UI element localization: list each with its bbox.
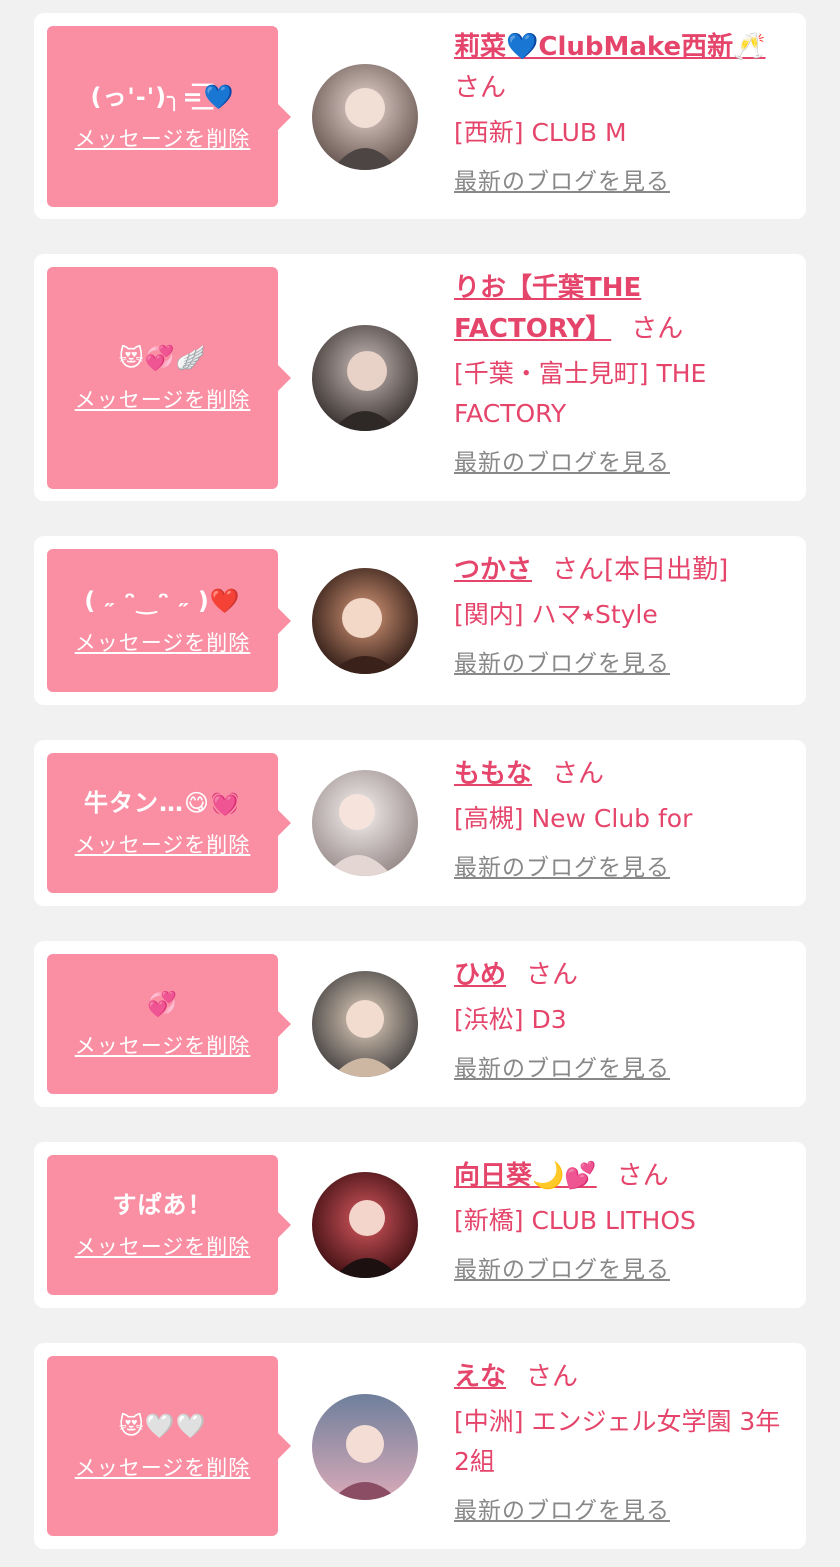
message-bubble: ( ˶ ᵔ‿ᵔ ˶ )❤️ メッセージを削除 (47, 549, 291, 692)
message-text: 😻🤍🤍 (118, 1412, 207, 1440)
message-card: 😻💞🪽 メッセージを削除 りお【千葉THE FACTORY】 さん [千葉・富士見… (34, 254, 806, 501)
shop-label: [浜松] D3 (454, 1005, 567, 1034)
latest-blog-link[interactable]: 最新のブログを見る (454, 853, 794, 883)
message-card: 😻🤍🤍 メッセージを削除 えな さん [中洲] エンジェル女学園 3年2組 最新の… (34, 1343, 806, 1549)
message-text: ( ˶ ᵔ‿ᵔ ˶ )❤️ (84, 586, 241, 615)
shop-label: [高槻] New Club for (454, 804, 693, 833)
shop-label: [関内] ハマ⭑Style (454, 600, 658, 629)
avatar[interactable] (312, 1394, 418, 1500)
shop-label: [千葉・富士見町] THE FACTORY (454, 359, 707, 428)
message-text: 💞 (147, 990, 178, 1018)
message-text: すぱあ！ (112, 1191, 213, 1219)
delete-message-link[interactable]: メッセージを削除 (75, 627, 251, 657)
latest-blog-link[interactable]: 最新のブログを見る (454, 649, 794, 679)
delete-message-link[interactable]: メッセージを削除 (75, 384, 251, 414)
cast-name-link[interactable]: りお【千葉THE FACTORY】 (454, 273, 641, 344)
message-text: 😻💞🪽 (118, 344, 207, 372)
message-bubble: 💞 メッセージを削除 (47, 954, 291, 1094)
message-card: すぱあ！ メッセージを削除 向日葵🌙💕 さん [新橋] CLUB LITHOS 最… (34, 1142, 806, 1308)
delete-message-link[interactable]: メッセージを削除 (75, 1030, 251, 1060)
latest-blog-link[interactable]: 最新のブログを見る (454, 448, 794, 478)
delete-message-link[interactable]: メッセージを削除 (75, 1452, 251, 1482)
cast-name-link[interactable]: えな (454, 1362, 506, 1392)
message-bubble: 😻🤍🤍 メッセージを削除 (47, 1356, 291, 1536)
message-card: 💞 メッセージを削除 ひめ さん [浜松] D3 最新のブログを見る (34, 941, 806, 1107)
cast-name-link[interactable]: つかさ (454, 555, 532, 585)
message-list: (っ'-')╮=͟͟͞͞💙 メッセージを削除 莉菜💙ClubMake西新🥂 さん… (0, 0, 840, 1567)
san-label: さん (526, 1362, 579, 1392)
message-text: 牛タン…😋💓 (84, 789, 241, 817)
avatar[interactable] (312, 770, 418, 876)
message-card: ( ˶ ᵔ‿ᵔ ˶ )❤️ メッセージを削除 つかさ さん[本日出勤] [関内] … (34, 536, 806, 705)
san-label: さん (552, 759, 605, 789)
message-bubble: (っ'-')╮=͟͟͞͞💙 メッセージを削除 (47, 26, 291, 207)
san-label: さん (631, 314, 684, 344)
message-bubble: 😻💞🪽 メッセージを削除 (47, 267, 291, 489)
message-text: (っ'-')╮=͟͟͞͞💙 (90, 82, 235, 111)
shop-label: [新橋] CLUB LITHOS (454, 1206, 696, 1235)
shop-label: [中洲] エンジェル女学園 3年2組 (454, 1407, 781, 1476)
message-bubble: 牛タン…😋💓 メッセージを削除 (47, 753, 291, 893)
message-bubble: すぱあ！ メッセージを削除 (47, 1155, 291, 1295)
latest-blog-link[interactable]: 最新のブログを見る (454, 167, 794, 197)
shop-label: [西新] CLUB M (454, 118, 627, 147)
latest-blog-link[interactable]: 最新のブログを見る (454, 1255, 794, 1285)
delete-message-link[interactable]: メッセージを削除 (75, 829, 251, 859)
avatar[interactable] (312, 971, 418, 1077)
avatar[interactable] (312, 325, 418, 431)
avatar[interactable] (312, 1172, 418, 1278)
cast-name-link[interactable]: 向日葵🌙💕 (454, 1161, 597, 1191)
cast-name-link[interactable]: ひめ (454, 960, 506, 990)
shift-status: [本日出勤] (604, 555, 729, 585)
delete-message-link[interactable]: メッセージを削除 (75, 1231, 251, 1261)
latest-blog-link[interactable]: 最新のブログを見る (454, 1496, 794, 1526)
latest-blog-link[interactable]: 最新のブログを見る (454, 1054, 794, 1084)
avatar[interactable] (312, 64, 418, 170)
cast-name-link[interactable]: 莉菜💙ClubMake西新🥂 (454, 32, 766, 62)
san-label: さん (616, 1161, 669, 1191)
san-label: さん (526, 960, 579, 990)
san-label: さん (454, 73, 507, 103)
cast-name-link[interactable]: ももな (454, 759, 532, 789)
message-card: 牛タン…😋💓 メッセージを削除 ももな さん [高槻] New Club for … (34, 740, 806, 906)
san-label: さん (552, 555, 605, 585)
message-card: (っ'-')╮=͟͟͞͞💙 メッセージを削除 莉菜💙ClubMake西新🥂 さん… (34, 13, 806, 219)
avatar[interactable] (312, 568, 418, 674)
delete-message-link[interactable]: メッセージを削除 (75, 123, 251, 153)
